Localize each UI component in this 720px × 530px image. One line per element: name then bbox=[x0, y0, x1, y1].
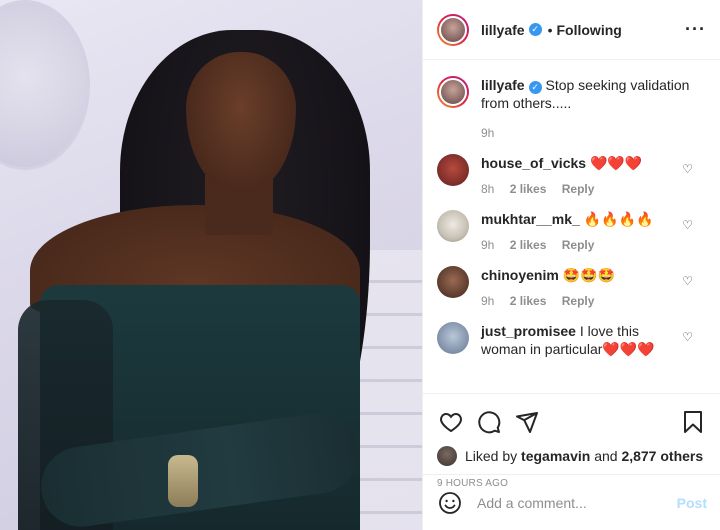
caption-avatar[interactable] bbox=[437, 76, 469, 108]
comment-likes[interactable]: 2 likes bbox=[510, 238, 547, 252]
separator-dot: • bbox=[547, 21, 553, 38]
action-icons-row bbox=[437, 402, 707, 442]
wall-decoration bbox=[0, 0, 90, 170]
comment-username[interactable]: house_of_vicks bbox=[481, 155, 586, 171]
post-sidebar: lillyafe ✓ • Following ··· lillyafe ✓ Sto… bbox=[422, 0, 720, 530]
liked-by-user[interactable]: tegamavin bbox=[521, 448, 590, 464]
photo-watch bbox=[168, 455, 198, 507]
liker-avatar[interactable] bbox=[437, 446, 457, 466]
comment-time: 9h bbox=[481, 238, 495, 252]
comment-item: chinoyenim 🤩🤩🤩 9h 2 likes Reply ♡ bbox=[437, 266, 707, 308]
caption-username[interactable]: lillyafe bbox=[481, 77, 525, 93]
author-avatar[interactable] bbox=[437, 13, 469, 46]
comment-text: house_of_vicks ❤️❤️❤️ bbox=[481, 154, 686, 172]
reply-button[interactable]: Reply bbox=[562, 294, 595, 308]
comment-text: chinoyenim 🤩🤩🤩 bbox=[481, 266, 686, 284]
liked-by-row: Liked by tegamavin and 2,877 others bbox=[437, 446, 707, 466]
comment-like-heart-icon[interactable]: ♡ bbox=[682, 330, 693, 344]
comment-username[interactable]: mukhtar__mk_ bbox=[481, 211, 580, 227]
caption: lillyafe ✓ Stop seeking validation from o… bbox=[437, 76, 707, 140]
comment-item: house_of_vicks ❤️❤️❤️ 8h 2 likes Reply ♡ bbox=[437, 154, 707, 196]
comment-like-heart-icon[interactable]: ♡ bbox=[682, 274, 693, 288]
reply-button[interactable]: Reply bbox=[562, 238, 595, 252]
comment-avatar[interactable] bbox=[437, 322, 469, 354]
comment-bubble-icon[interactable] bbox=[475, 408, 503, 436]
comment-text: just_promisee I love this woman in parti… bbox=[481, 322, 686, 358]
like-heart-icon[interactable] bbox=[437, 408, 465, 436]
comment-body: 🤩🤩🤩 bbox=[562, 267, 615, 283]
comment-avatar[interactable] bbox=[437, 266, 469, 298]
instagram-post: lillyafe ✓ • Following ··· lillyafe ✓ Sto… bbox=[0, 0, 720, 530]
more-horizontal-icon[interactable]: ··· bbox=[685, 19, 706, 40]
reply-button[interactable]: Reply bbox=[562, 182, 595, 196]
comment-body: 🔥🔥🔥🔥 bbox=[583, 211, 654, 227]
verified-badge-icon: ✓ bbox=[528, 80, 542, 94]
save-bookmark-icon[interactable] bbox=[679, 408, 707, 436]
liked-by-and: and bbox=[594, 448, 618, 464]
add-comment-bar: Post bbox=[423, 474, 720, 530]
comment-likes[interactable]: 2 likes bbox=[510, 182, 547, 196]
comment-likes[interactable]: 2 likes bbox=[510, 294, 547, 308]
following-button[interactable]: Following bbox=[557, 22, 622, 38]
comment-item: mukhtar__mk_ 🔥🔥🔥🔥 9h 2 likes Reply ♡ bbox=[437, 210, 707, 252]
verified-badge-icon: ✓ bbox=[528, 23, 542, 36]
comment-meta: 9h 2 likes Reply bbox=[481, 294, 686, 308]
comment-item: just_promisee I love this woman in parti… bbox=[437, 322, 707, 358]
comment-text: mukhtar__mk_ 🔥🔥🔥🔥 bbox=[481, 210, 686, 228]
caption-time: 9h bbox=[481, 126, 495, 140]
comment-like-heart-icon[interactable]: ♡ bbox=[682, 218, 693, 232]
author-username[interactable]: lillyafe bbox=[481, 22, 525, 38]
post-photo[interactable] bbox=[0, 0, 422, 530]
post-comment-button[interactable]: Post bbox=[677, 495, 707, 511]
comment-avatar[interactable] bbox=[437, 210, 469, 242]
caption-meta: 9h bbox=[481, 126, 701, 140]
likes-count[interactable]: 2,877 others bbox=[621, 448, 703, 464]
caption-text: lillyafe ✓ Stop seeking validation from o… bbox=[481, 76, 701, 112]
comment-body: ❤️❤️❤️ bbox=[589, 155, 643, 171]
comment-time: 8h bbox=[481, 182, 495, 196]
comments-list[interactable]: lillyafe ✓ Stop seeking validation from o… bbox=[423, 60, 720, 393]
post-header: lillyafe ✓ • Following ··· bbox=[423, 0, 720, 60]
comment-meta: 8h 2 likes Reply bbox=[481, 182, 686, 196]
liked-by-prefix: Liked by bbox=[465, 448, 518, 464]
comment-username[interactable]: just_promisee bbox=[481, 323, 576, 339]
add-comment-input[interactable] bbox=[477, 494, 667, 511]
comment-like-heart-icon[interactable]: ♡ bbox=[682, 162, 693, 176]
comment-time: 9h bbox=[481, 294, 495, 308]
comment-avatar[interactable] bbox=[437, 154, 469, 186]
emoji-smiley-icon[interactable] bbox=[437, 490, 463, 516]
comment-username[interactable]: chinoyenim bbox=[481, 267, 559, 283]
comment-meta: 9h 2 likes Reply bbox=[481, 238, 686, 252]
share-plane-icon[interactable] bbox=[513, 408, 541, 436]
